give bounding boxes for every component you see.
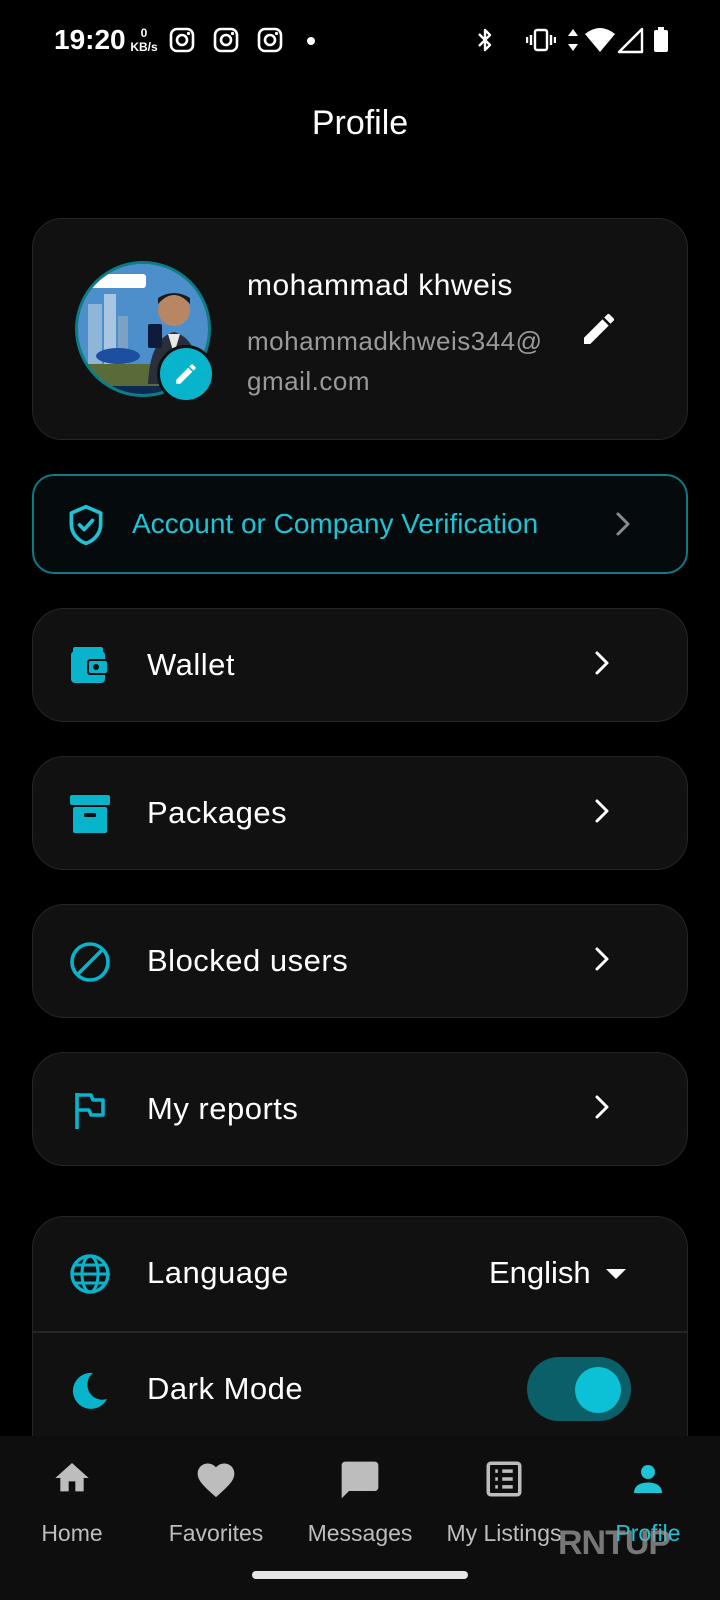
caret-down-icon[interactable]	[605, 1267, 627, 1281]
listings-icon	[486, 1461, 522, 1497]
profile-card: mohammad khweis mohammadkhweis344@gmail.…	[32, 218, 688, 440]
notification-dot-icon	[307, 37, 315, 45]
nav-home[interactable]: Home	[0, 1454, 144, 1564]
home-indicator[interactable]	[252, 1571, 468, 1579]
nav-label: Favorites	[168, 1520, 264, 1546]
chevron-right-icon	[595, 1095, 609, 1119]
menu-item-blocked-users[interactable]: Blocked users	[32, 904, 688, 1018]
network-speed-unit: KB/s	[130, 40, 158, 54]
chevron-right-icon	[616, 512, 630, 536]
nav-my-listings[interactable]: My Listings	[432, 1454, 576, 1564]
status-bar: 19:20 0 KB/s	[0, 0, 720, 84]
battery-icon	[654, 27, 668, 52]
status-time: 19:20	[54, 24, 126, 55]
language-label: Language	[147, 1255, 289, 1290]
dark-mode-toggle[interactable]	[527, 1357, 631, 1421]
vibrate-icon	[526, 28, 556, 52]
globe-icon	[70, 1254, 110, 1294]
change-photo-button[interactable]	[157, 345, 215, 403]
cell-signal-icon	[617, 27, 644, 54]
instagram-icon	[213, 27, 239, 53]
profile-name: mohammad khweis	[247, 269, 513, 302]
toggle-knob	[575, 1367, 621, 1413]
chevron-right-icon	[595, 947, 609, 971]
pencil-icon	[176, 364, 196, 384]
chevron-right-icon	[595, 651, 609, 675]
wallet-icon	[71, 647, 109, 683]
menu-item-label: Blocked users	[147, 943, 349, 978]
language-select[interactable]: English	[489, 1255, 591, 1291]
chat-icon	[341, 1461, 379, 1499]
heart-icon	[197, 1463, 235, 1498]
profile-email: mohammadkhweis344@gmail.com	[247, 326, 543, 396]
pencil-icon	[584, 313, 615, 344]
nav-messages[interactable]: Messages	[288, 1454, 432, 1564]
nav-favorites[interactable]: Favorites	[144, 1454, 288, 1564]
block-icon	[70, 942, 110, 982]
menu-item-packages[interactable]: Packages	[32, 756, 688, 870]
language-row[interactable]: Language English	[33, 1217, 687, 1331]
person-icon	[634, 1465, 662, 1493]
moon-icon	[72, 1372, 107, 1409]
network-speed-value: 0	[140, 26, 148, 40]
account-verification-button[interactable]: Account or Company Verification	[32, 474, 688, 574]
page-title: Profile	[311, 104, 409, 142]
network-speed: 0 KB/s	[128, 26, 160, 54]
flag-icon	[75, 1093, 105, 1129]
watermark-logo: RNTUP	[558, 1524, 671, 1562]
menu-item-my-reports[interactable]: My reports	[32, 1052, 688, 1166]
nav-label: Messages	[307, 1520, 413, 1546]
menu-item-wallet[interactable]: Wallet	[32, 608, 688, 722]
instagram-icon	[169, 27, 195, 53]
chevron-right-icon	[595, 799, 609, 823]
bluetooth-icon	[478, 28, 492, 52]
menu-item-label: Wallet	[147, 647, 235, 682]
dark-mode-label: Dark Mode	[147, 1371, 304, 1406]
home-icon	[55, 1463, 89, 1492]
nav-label: My Listings	[446, 1520, 562, 1546]
package-icon	[70, 795, 110, 833]
edit-profile-button[interactable]	[571, 301, 627, 357]
menu-item-label: Packages	[147, 795, 288, 830]
instagram-icon	[257, 27, 283, 53]
verification-label: Account or Company Verification	[132, 508, 539, 539]
wifi-icon	[585, 28, 615, 52]
shield-check-icon	[69, 504, 103, 546]
dark-mode-row: Dark Mode	[33, 1333, 687, 1447]
data-arrows-icon	[568, 29, 578, 51]
nav-label: Home	[41, 1520, 103, 1546]
menu-item-label: My reports	[147, 1091, 299, 1126]
